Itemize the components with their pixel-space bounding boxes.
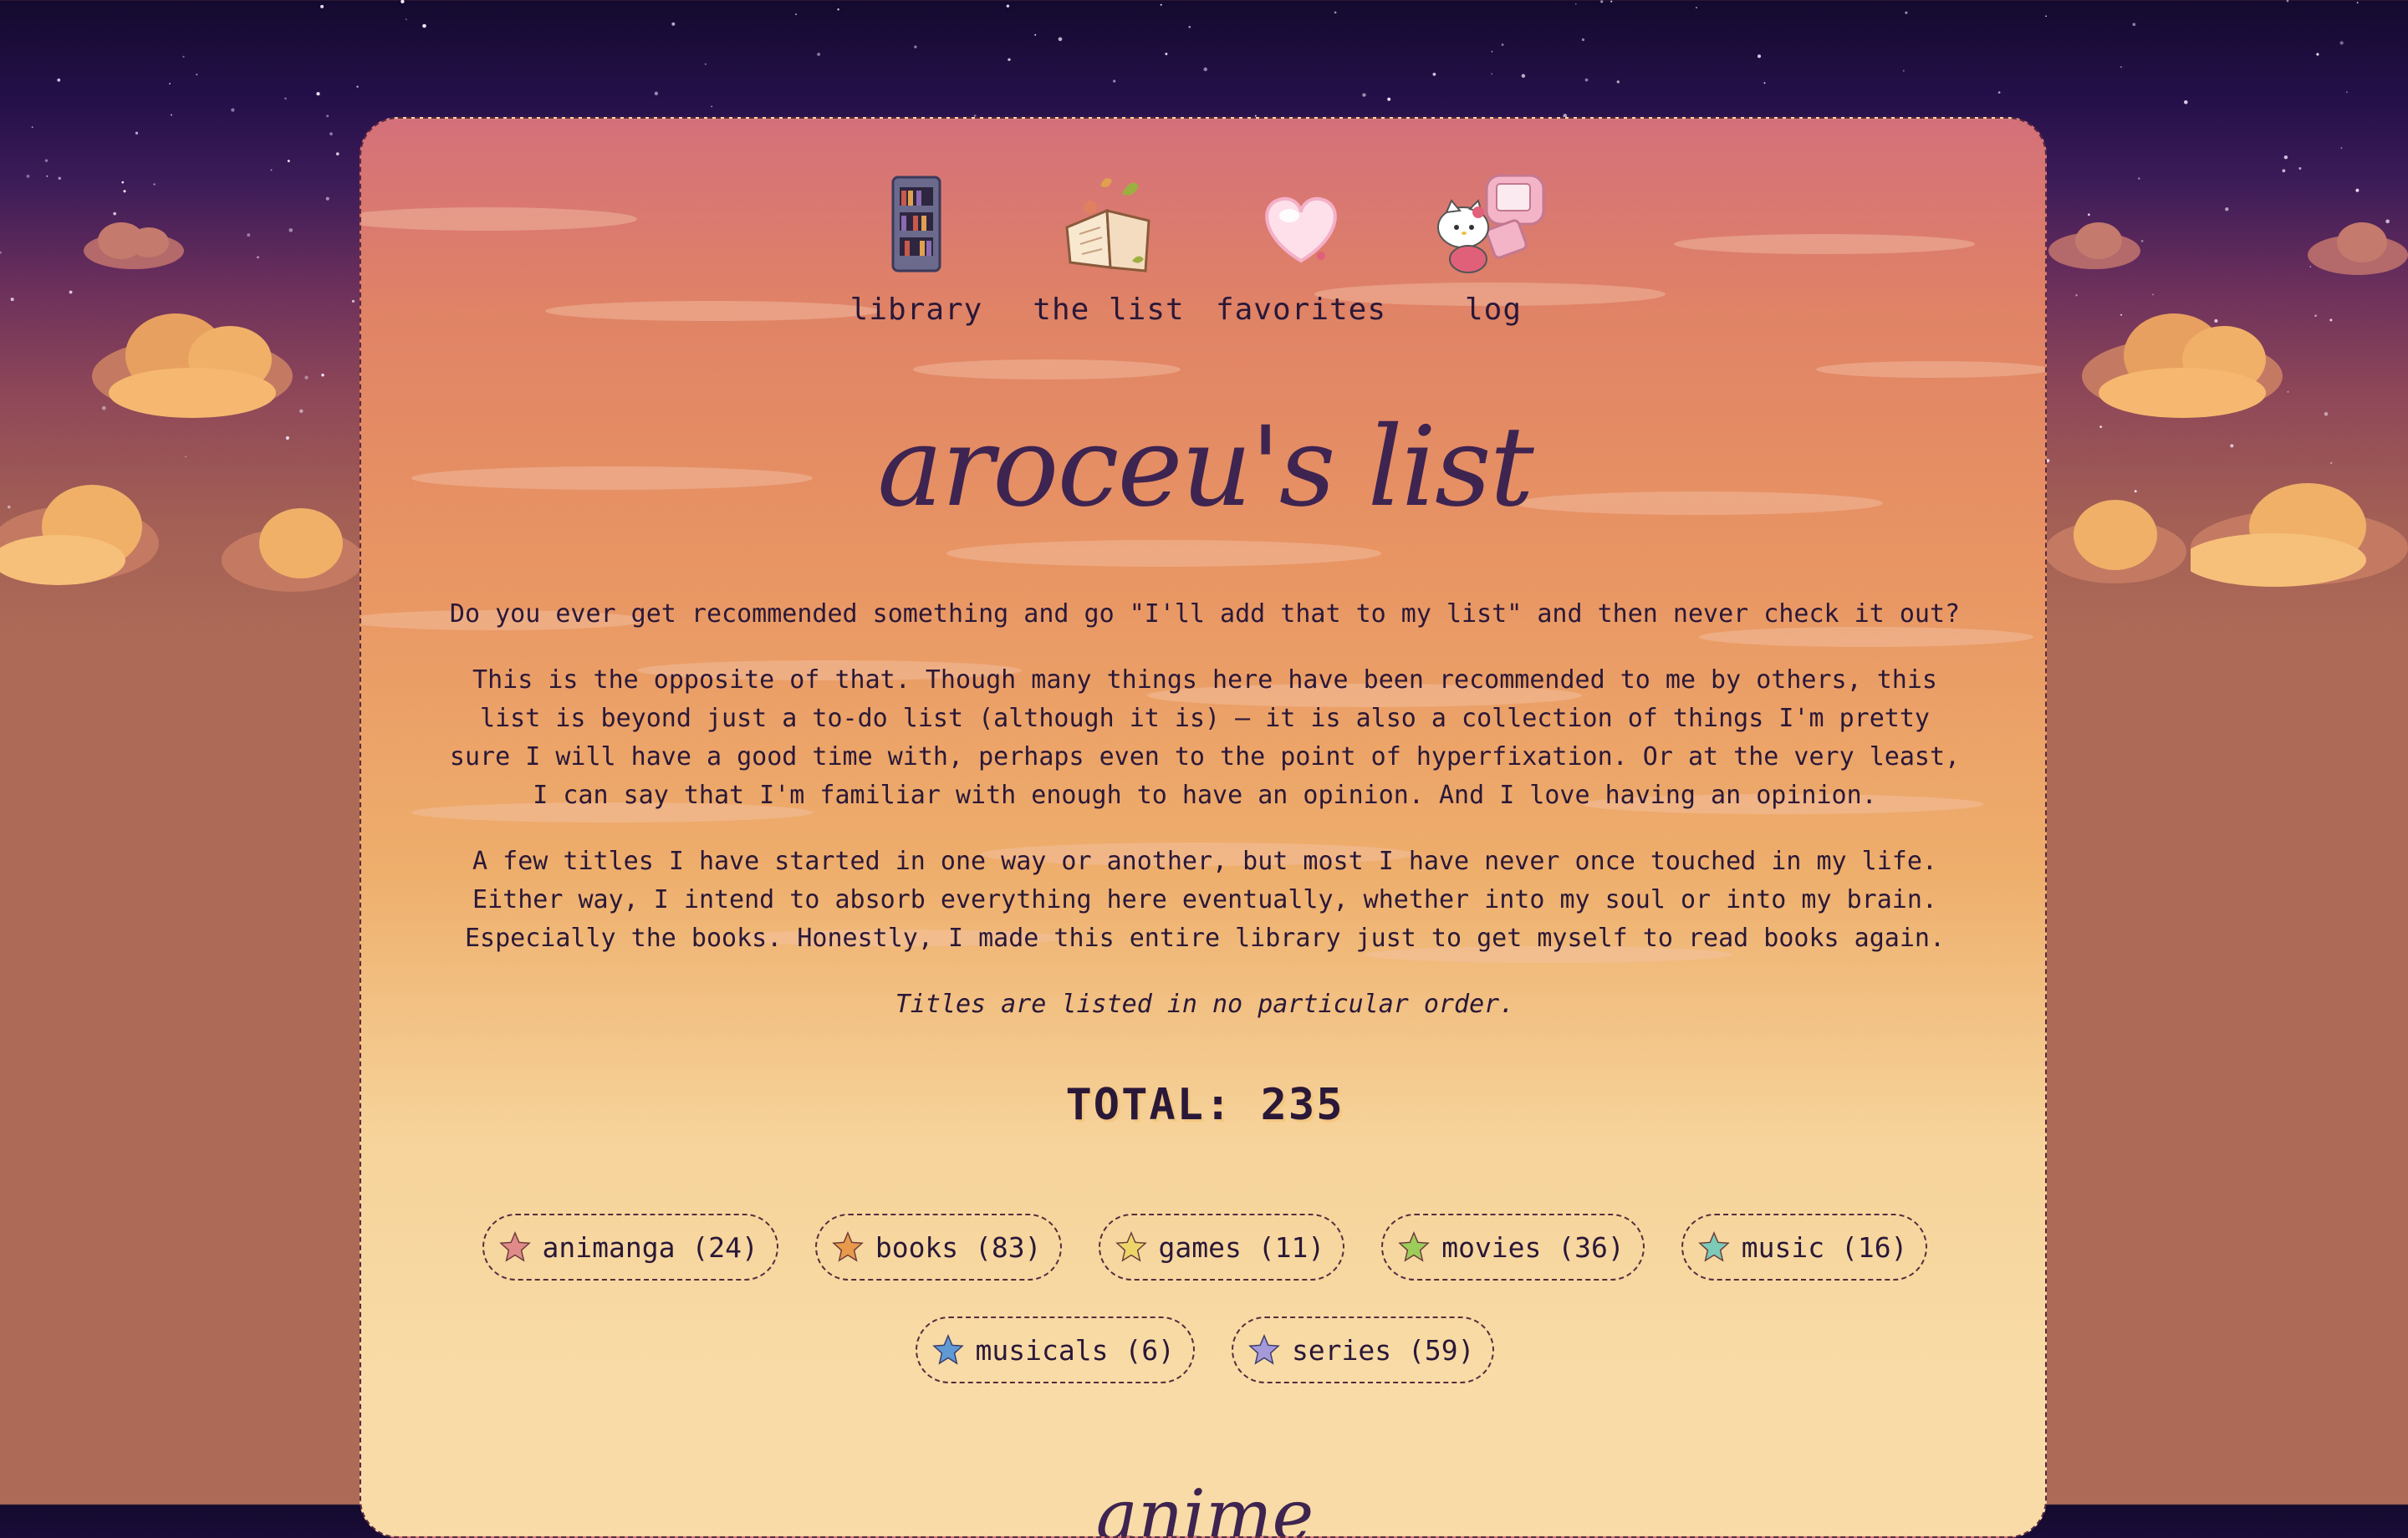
total-count: TOTAL: 235 bbox=[361, 1080, 2045, 1130]
star-icon bbox=[498, 1231, 531, 1262]
cloud-left-2 bbox=[92, 313, 293, 418]
category-label: music (16) bbox=[1741, 1230, 1908, 1264]
intro-paragraph: Do you ever get recommended something an… bbox=[449, 599, 1961, 629]
star-icon bbox=[1115, 1231, 1147, 1262]
nav-item-favorites[interactable]: favorites bbox=[1205, 169, 1397, 327]
star-icon bbox=[832, 1231, 864, 1262]
open-book-icon bbox=[1065, 178, 1150, 272]
cloud-left-1 bbox=[84, 222, 184, 269]
category-tags-row-2: musicals (6) series (59) bbox=[361, 1316, 2045, 1383]
cloud-left-4 bbox=[222, 508, 364, 592]
heart-icon bbox=[1265, 196, 1337, 263]
star-icon bbox=[1248, 1334, 1280, 1365]
hello-kitty-computer-icon bbox=[1437, 174, 1545, 273]
category-tag-movies[interactable]: movies (36) bbox=[1381, 1214, 1645, 1281]
nav-item-the-list[interactable]: the list bbox=[1013, 169, 1205, 327]
category-tag-music[interactable]: music (16) bbox=[1681, 1214, 1928, 1281]
category-tag-musicals[interactable]: musicals (6) bbox=[915, 1316, 1195, 1383]
category-label: movies (36) bbox=[1441, 1230, 1625, 1264]
category-label: books (83) bbox=[875, 1230, 1042, 1264]
category-tag-series[interactable]: series (59) bbox=[1231, 1316, 1495, 1383]
cloud-right-3 bbox=[2082, 313, 2283, 418]
intro-text: Do you ever get recommended something an… bbox=[445, 595, 1965, 1052]
top-nav: library the list favorites log bbox=[361, 169, 2045, 327]
cloud-right-1 bbox=[2048, 222, 2140, 269]
cloud-right-4 bbox=[2044, 500, 2186, 583]
main-panel: library the list favorites log aroceu's … bbox=[360, 117, 2047, 1538]
bookshelf-icon bbox=[891, 176, 941, 272]
order-note: Titles are listed in no particular order… bbox=[895, 990, 1515, 1019]
cloud-left-3 bbox=[0, 485, 159, 585]
cloud-right-5 bbox=[2191, 483, 2408, 587]
category-label: musicals (6) bbox=[975, 1333, 1175, 1367]
section-heading-anime: anime bbox=[1095, 1474, 1314, 1538]
category-tag-games[interactable]: games (11) bbox=[1098, 1214, 1345, 1281]
intro-paragraph: A few titles I have started in one way o… bbox=[464, 847, 1946, 953]
category-tag-animanga[interactable]: animanga (24) bbox=[482, 1214, 778, 1281]
category-tags-row-1: animanga (24) books (83) games (11) movi… bbox=[361, 1214, 2045, 1281]
page-title: aroceu's list bbox=[877, 403, 1534, 532]
category-label: series (59) bbox=[1291, 1333, 1475, 1367]
nav-label: log bbox=[1464, 293, 1523, 327]
nav-label: the list bbox=[1033, 293, 1185, 327]
nav-label: library bbox=[849, 293, 983, 327]
nav-item-log[interactable]: log bbox=[1397, 169, 1589, 327]
cloud-right-2 bbox=[2308, 222, 2408, 275]
total-label: TOTAL: 235 bbox=[1048, 1080, 1361, 1130]
category-label: animanga (24) bbox=[542, 1230, 758, 1264]
category-label: games (11) bbox=[1158, 1230, 1325, 1264]
star-icon bbox=[1398, 1231, 1431, 1262]
star-icon bbox=[1697, 1231, 1730, 1262]
intro-paragraph: This is the opposite of that. Though man… bbox=[449, 665, 1961, 810]
star-icon bbox=[931, 1334, 964, 1365]
nav-label: favorites bbox=[1215, 293, 1387, 327]
category-tag-books[interactable]: books (83) bbox=[814, 1214, 1062, 1281]
nav-item-library[interactable]: library bbox=[820, 169, 1013, 327]
